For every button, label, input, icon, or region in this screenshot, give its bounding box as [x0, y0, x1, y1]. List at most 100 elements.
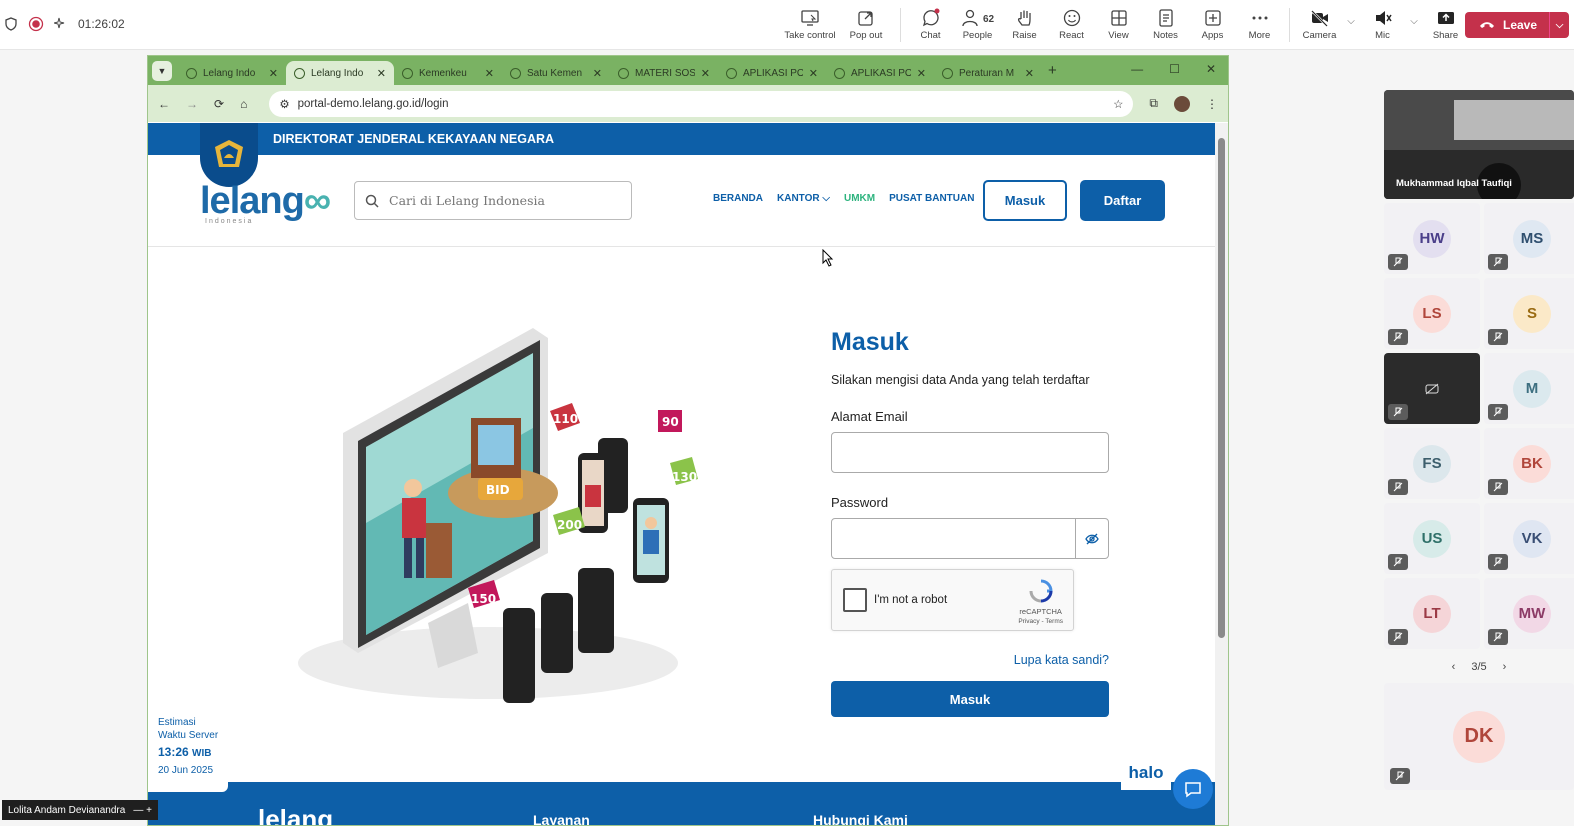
browser-tab-active[interactable]: Lelang Indo ✕ [286, 61, 394, 85]
new-tab-icon[interactable]: + [1048, 62, 1057, 79]
logo-subtitle: Indonesia [205, 218, 254, 225]
site-info-icon[interactable]: ⚙ [279, 97, 289, 111]
participant-avatar: US [1413, 519, 1451, 558]
browser-menu-icon[interactable]: ⋮ [1206, 97, 1218, 111]
recaptcha-checkbox[interactable] [843, 588, 867, 612]
view-button[interactable]: View [1095, 8, 1142, 41]
participant-tile[interactable]: US [1384, 503, 1480, 574]
halo-logo[interactable]: halo [1121, 756, 1171, 790]
camera-button[interactable]: Camera [1296, 8, 1343, 41]
forward-icon[interactable]: → [186, 97, 198, 111]
menu-kantor[interactable]: KANTOR ⌵ [777, 193, 830, 204]
extensions-icon[interactable]: ⧉ [1149, 96, 1158, 111]
tab-close-icon[interactable]: ✕ [377, 67, 386, 80]
more-button[interactable]: More [1236, 8, 1283, 41]
leave-button[interactable]: Leave ⌵ [1465, 12, 1569, 38]
spotlight-tile[interactable]: DK [1384, 683, 1574, 790]
minimize-icon[interactable]: — [1131, 62, 1143, 76]
menu-umkm[interactable]: UMKM [844, 193, 875, 204]
chat-bubble-icon [1185, 782, 1201, 798]
tab-close-icon[interactable]: ✕ [917, 67, 926, 80]
browser-tab[interactable]: Lelang Indo ✕ [178, 61, 286, 85]
share-button[interactable]: Share [1422, 8, 1469, 41]
reload-icon[interactable]: ⟳ [214, 97, 224, 111]
search-input[interactable] [389, 193, 609, 208]
participant-tile[interactable]: LS [1384, 278, 1480, 349]
participant-tile[interactable]: HW [1384, 203, 1480, 274]
back-icon[interactable]: ← [158, 97, 170, 111]
participant-avatar: HW [1413, 219, 1451, 258]
browser-tab[interactable]: Kemenkeu ✕ [394, 61, 502, 85]
home-icon[interactable]: ⌂ [240, 97, 247, 111]
camera-options-chevron-icon[interactable]: ⌵ [1343, 16, 1359, 27]
tab-close-icon[interactable]: ✕ [593, 67, 602, 80]
server-date: 20 Jun 2025 [158, 765, 214, 776]
browser-tab[interactable]: Satu Kemen ✕ [502, 61, 610, 85]
take-control-button[interactable]: Take control [782, 8, 838, 41]
notes-button[interactable]: Notes [1142, 8, 1189, 41]
people-button[interactable]: 62 People [954, 8, 1001, 41]
forgot-password-link[interactable]: Lupa kata sandi? [831, 653, 1109, 667]
leave-options-chevron-icon[interactable]: ⌵ [1549, 12, 1569, 38]
participant-tile[interactable]: S [1484, 278, 1574, 349]
gallery-prev-icon[interactable]: ‹ [1452, 661, 1456, 673]
mic-muted-icon [1488, 404, 1508, 420]
address-bar[interactable]: ⚙ portal-demo.lelang.go.id/login ☆ [269, 90, 1134, 117]
browser-tab[interactable]: MATERI SOS ✕ [610, 61, 718, 85]
participant-tile[interactable]: MS [1484, 203, 1574, 274]
sparkle-icon [54, 17, 65, 29]
mic-button[interactable]: Mic [1359, 8, 1406, 41]
tab-close-icon[interactable]: ✕ [809, 67, 818, 80]
menu-pusat-bantuan[interactable]: PUSAT BANTUAN [889, 193, 974, 204]
email-field[interactable] [831, 432, 1109, 473]
raise-hand-button[interactable]: Raise [1001, 8, 1048, 41]
participant-avatar: MS [1513, 219, 1551, 258]
nav-login-button[interactable]: Masuk [983, 180, 1067, 221]
scrollbar-thumb[interactable] [1218, 138, 1225, 638]
participant-tile[interactable]: FS [1384, 428, 1480, 499]
browser-tab[interactable]: APLIKASI PO ✕ [718, 61, 826, 85]
pop-out-button[interactable]: Pop out [838, 8, 894, 41]
participant-tile[interactable]: LT [1384, 578, 1480, 649]
page-scrollbar[interactable] [1215, 123, 1228, 825]
tab-close-icon[interactable]: ✕ [269, 67, 278, 80]
chat-button[interactable]: Chat [907, 8, 954, 41]
apps-button[interactable]: Apps [1189, 8, 1236, 41]
login-form: Masuk Silakan mengisi data Anda yang tel… [831, 328, 1109, 717]
browser-tab[interactable]: Peraturan M ✕ [934, 61, 1042, 85]
participant-video[interactable]: Mukhammad Iqbal Taufiqi [1384, 90, 1574, 199]
recaptcha-widget: I'm not a robot reCAPTCHA Privacy - Term… [831, 569, 1074, 631]
tab-close-icon[interactable]: ✕ [485, 67, 494, 80]
bookmark-star-icon[interactable]: ☆ [1113, 97, 1123, 111]
close-window-icon[interactable]: ✕ [1206, 62, 1216, 76]
participant-tile[interactable]: BK [1484, 428, 1574, 499]
maximize-icon[interactable]: ☐ [1169, 62, 1180, 76]
participant-tile[interactable]: M [1484, 353, 1574, 424]
react-button[interactable]: React [1048, 8, 1095, 41]
tab-search-chevron-icon[interactable]: ▼ [152, 60, 172, 81]
recaptcha-links[interactable]: Privacy - Terms [1018, 617, 1063, 627]
profile-avatar[interactable] [1174, 95, 1190, 112]
people-label: People [962, 30, 993, 41]
participant-tile[interactable]: VK [1484, 503, 1574, 574]
participant-tile[interactable]: MW [1484, 578, 1574, 649]
login-submit-button[interactable]: Masuk [831, 681, 1109, 717]
browser-tab[interactable]: APLIKASI PO ✕ [826, 61, 934, 85]
mic-options-chevron-icon[interactable]: ⌵ [1406, 16, 1422, 27]
lelang-logo[interactable]: lelang∞ Indonesia [200, 180, 331, 225]
nav-register-button[interactable]: Daftar [1080, 180, 1165, 221]
participant-tile[interactable] [1384, 353, 1480, 424]
password-field[interactable] [832, 519, 1075, 558]
more-label: More [1248, 30, 1271, 41]
participant-avatar: LT [1413, 594, 1451, 633]
tab-close-icon[interactable]: ✕ [1025, 67, 1034, 80]
tab-close-icon[interactable]: ✕ [701, 67, 710, 80]
tab-favicon-icon [402, 67, 413, 79]
gallery-next-icon[interactable]: › [1503, 661, 1507, 673]
presenter-options-icon[interactable]: — + [133, 805, 152, 816]
site-search[interactable] [354, 181, 632, 220]
menu-beranda[interactable]: BERANDA [713, 193, 763, 204]
toggle-password-visibility-button[interactable] [1075, 519, 1108, 558]
chat-widget-button[interactable] [1173, 769, 1213, 809]
menu-kantor-label: KANTOR [777, 193, 820, 204]
